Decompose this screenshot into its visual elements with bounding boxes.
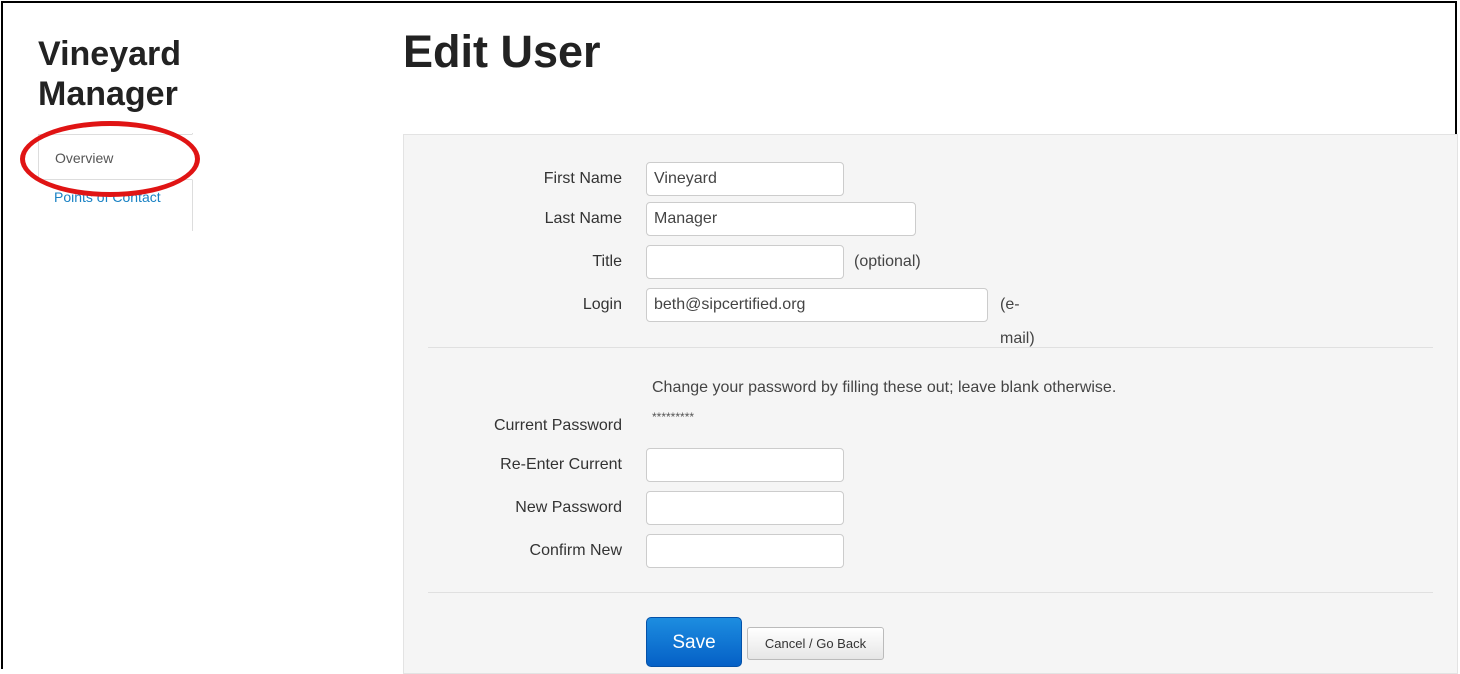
section-divider	[428, 592, 1433, 593]
last-name-input[interactable]: Manager	[646, 202, 916, 236]
password-instructions: Change your password by filling these ou…	[652, 379, 1117, 396]
first-name-input[interactable]: Vineyard	[646, 162, 844, 196]
sidebar-nav: Overview Points of Contact	[38, 133, 193, 231]
title-label: Title	[592, 253, 622, 270]
title-optional-hint: (optional)	[854, 253, 921, 270]
nav-tab-overview[interactable]: Overview	[38, 134, 193, 180]
app-brand: Vineyard Manager	[38, 34, 181, 114]
nav-link-label: Points of Contact	[54, 189, 161, 205]
current-password-label: Current Password	[493, 417, 622, 434]
login-email-hint: (e-mail)	[1000, 296, 1035, 347]
nav-link-points-of-contact[interactable]: Points of Contact	[38, 184, 192, 230]
cancel-go-back-button[interactable]: Cancel / Go Back	[747, 627, 884, 660]
brand-line-1: Vineyard	[38, 35, 182, 73]
login-input[interactable]: beth@sipcertified.org	[646, 288, 988, 322]
reenter-current-input[interactable]	[646, 448, 844, 482]
new-password-input[interactable]	[646, 491, 844, 525]
save-button[interactable]: Save	[646, 617, 742, 667]
section-divider	[428, 347, 1433, 348]
edit-user-form: First Name Vineyard Last Name Manager Ti…	[403, 134, 1458, 674]
new-password-label: New Password	[515, 499, 622, 516]
brand-line-2: Manager	[38, 75, 178, 113]
first-name-label: First Name	[543, 170, 622, 187]
page-title: Edit User	[403, 26, 601, 77]
current-password-masked: *********	[652, 410, 695, 424]
last-name-label: Last Name	[544, 210, 622, 227]
title-input[interactable]	[646, 245, 844, 279]
reenter-current-label: Re-Enter Current	[500, 456, 622, 473]
login-label: Login	[582, 296, 622, 313]
confirm-new-label: Confirm New	[529, 542, 622, 559]
confirm-new-input[interactable]	[646, 534, 844, 568]
